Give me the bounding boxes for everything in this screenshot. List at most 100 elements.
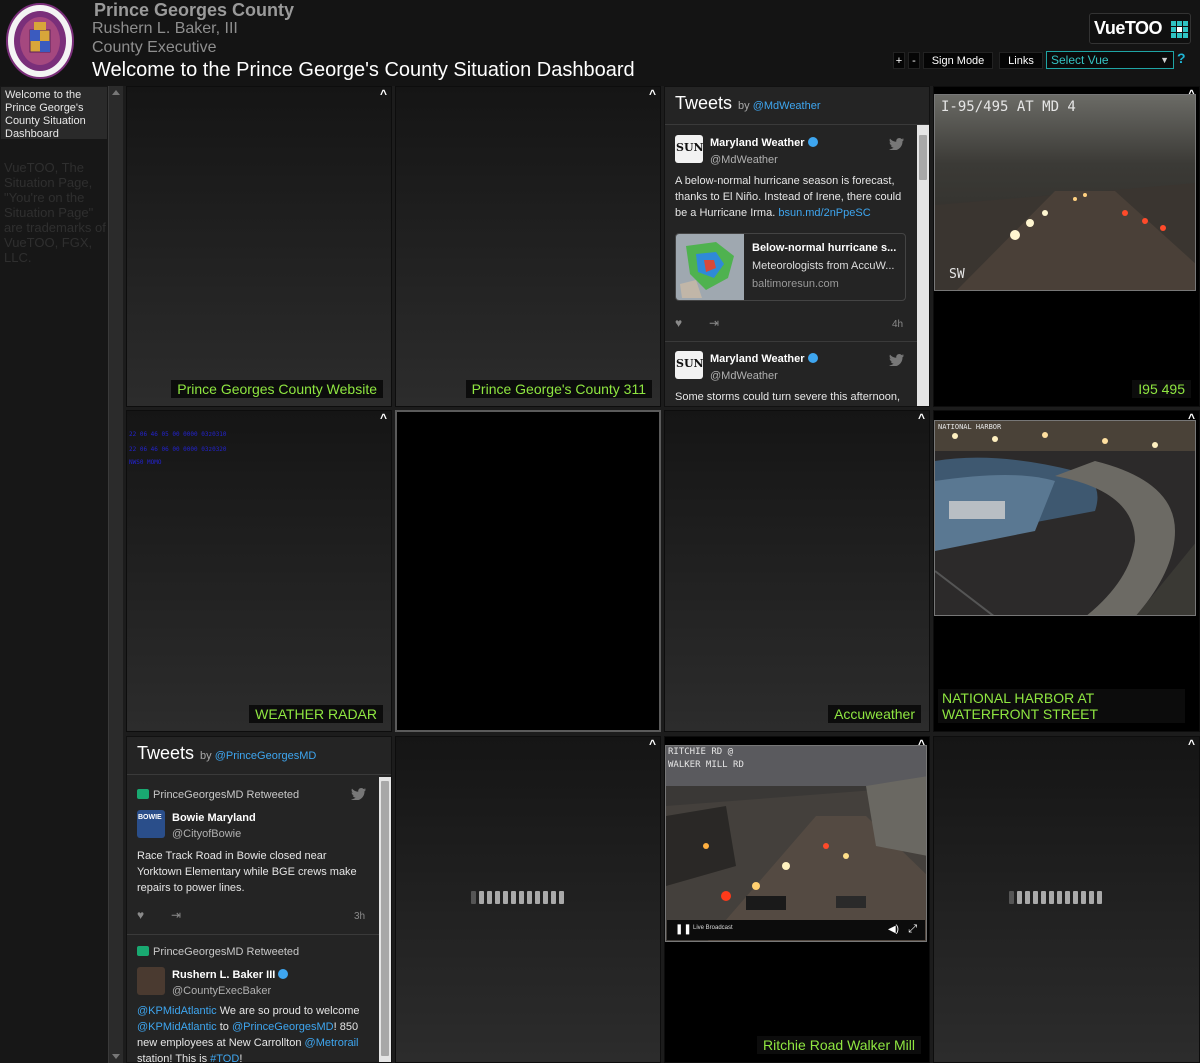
- avatar[interactable]: SUN: [675, 135, 703, 163]
- panel-collapse-caret[interactable]: ^: [380, 87, 387, 101]
- video-control-bar: ❚❚ Live Broadcast ◀) ⤢: [667, 920, 925, 940]
- mention-link[interactable]: @Metrorail: [305, 1037, 359, 1049]
- tweet-link[interactable]: bsun.md/2nPpeSC: [778, 207, 870, 219]
- avatar-text: BOWIE: [138, 814, 162, 821]
- tweet-body: Race Track Road in Bowie closed near Yor…: [137, 850, 357, 894]
- tweet-handle[interactable]: @CityofBowie: [172, 828, 241, 840]
- county-seal-logo: [6, 3, 74, 79]
- panel-county-311[interactable]: ^ Prince George's County 311: [395, 86, 661, 407]
- tweet-author[interactable]: Maryland Weather: [710, 137, 818, 149]
- tweet-handle[interactable]: @MdWeather: [710, 370, 778, 382]
- zoom-in-button[interactable]: +: [893, 52, 905, 69]
- tweet-author[interactable]: Maryland Weather: [710, 353, 818, 365]
- panel-blank-video[interactable]: [395, 410, 661, 732]
- fullscreen-icon[interactable]: ⤢: [908, 923, 917, 936]
- tweet-time[interactable]: 3h: [354, 911, 365, 922]
- vuetoo-logo[interactable]: VueTOO: [1089, 13, 1191, 44]
- traffic-camera-video[interactable]: RITCHIE RD @ WALKER MILL RD ❚❚ Live Broa…: [665, 745, 927, 942]
- mention-link[interactable]: @KPMidAtlantic: [137, 1005, 217, 1017]
- scroll-up-icon[interactable]: [112, 90, 120, 95]
- page-title: Welcome to the Prince George's County Si…: [92, 59, 635, 81]
- tweets-handle-link[interactable]: @MdWeather: [753, 100, 821, 112]
- tweet-item[interactable]: SUN Maryland Weather @MdWeather Some sto…: [665, 343, 917, 406]
- mention-link[interactable]: @PrinceGeorgesMD: [232, 1021, 334, 1033]
- twitter-bird-icon[interactable]: [889, 138, 904, 150]
- panel-ritchie-road[interactable]: ^ RITCHIE RD @ WALKER MILL RD ❚❚ Live Br…: [664, 736, 930, 1063]
- panel-accuweather[interactable]: ^ Accuweather: [664, 410, 930, 732]
- tweet-handle[interactable]: @CountyExecBaker: [172, 985, 271, 997]
- tweet-item[interactable]: SUN Maryland Weather @MdWeather A below-…: [665, 127, 917, 342]
- tweet-body: A below-normal hurricane season is forec…: [675, 175, 902, 219]
- links-button[interactable]: Links: [999, 52, 1043, 69]
- tweet-author[interactable]: Bowie Maryland: [172, 812, 256, 824]
- avatar[interactable]: [137, 967, 165, 995]
- help-button[interactable]: ?: [1177, 50, 1186, 66]
- twitter-bird-icon[interactable]: [351, 788, 366, 800]
- zoom-out-button[interactable]: -: [908, 52, 920, 69]
- panel-label[interactable]: Ritchie Road Walker Mill: [757, 1036, 921, 1054]
- retweet-icon: [137, 789, 149, 799]
- sidebar: Welcome to the Prince George's County Si…: [0, 86, 123, 1063]
- sign-mode-button[interactable]: Sign Mode: [923, 52, 993, 69]
- share-icon[interactable]: ⇥: [171, 908, 181, 922]
- tweet-handle[interactable]: @MdWeather: [710, 154, 778, 166]
- tweets-handle-link[interactable]: @PrinceGeorgesMD: [215, 750, 317, 762]
- avatar[interactable]: SUN: [675, 351, 703, 379]
- panel-label[interactable]: WEATHER RADAR: [249, 705, 383, 723]
- sidebar-scrollbar[interactable]: [108, 86, 123, 1063]
- scroll-thumb[interactable]: [919, 135, 927, 180]
- scroll-thumb[interactable]: [381, 781, 389, 1056]
- panel-collapse-caret[interactable]: ^: [649, 87, 656, 101]
- verified-icon: [807, 353, 818, 363]
- panel-loading-1[interactable]: ^: [395, 736, 661, 1063]
- card-title: Below-normal hurricane s...: [752, 242, 897, 254]
- hashtag-link[interactable]: #TOD: [210, 1053, 239, 1062]
- scroll-down-icon[interactable]: [112, 1054, 120, 1059]
- radar-text-line: 22 06 46 05 00 0000 03z0310: [129, 431, 227, 438]
- tweet-author[interactable]: Rushern L. Baker III: [172, 969, 289, 981]
- mention-link[interactable]: @KPMidAtlantic: [137, 1021, 217, 1033]
- panel-collapse-caret[interactable]: ^: [1188, 737, 1195, 751]
- dropdown-arrow-icon: ▼: [1160, 55, 1169, 65]
- panel-label[interactable]: I95 495: [1132, 380, 1191, 398]
- like-icon[interactable]: ♥: [137, 908, 144, 922]
- link-card[interactable]: Below-normal hurricane s... Meteorologis…: [675, 233, 906, 301]
- panel-i95-495[interactable]: ^ I-95/495 AT MD 4 SW I95 495: [933, 86, 1200, 407]
- tweet-item[interactable]: PrinceGeorgesMD Retweeted BOWIE Bowie Ma…: [127, 777, 379, 935]
- camera-direction-text: SW: [949, 267, 965, 282]
- pause-icon[interactable]: ❚❚: [675, 924, 692, 935]
- loading-indicator: [471, 891, 564, 904]
- panel-label[interactable]: Prince Georges County Website: [171, 380, 383, 398]
- sidebar-welcome[interactable]: Welcome to the Prince George's County Si…: [1, 87, 107, 140]
- panel-label[interactable]: Accuweather: [828, 705, 921, 723]
- traffic-camera-image: NATIONAL HARBOR: [934, 420, 1196, 616]
- share-icon[interactable]: ⇥: [709, 316, 719, 330]
- tweets-widget-mdweather[interactable]: Tweets by @MdWeather SUN Maryland Weathe…: [664, 86, 930, 407]
- tweet-time[interactable]: 4h: [892, 319, 903, 330]
- twitter-bird-icon[interactable]: [889, 354, 904, 366]
- panel-collapse-caret[interactable]: ^: [918, 411, 925, 425]
- tweets-scrollbar[interactable]: [379, 777, 391, 1062]
- camera-overlay-text: I-95/495 AT MD 4: [941, 99, 1076, 115]
- verified-icon: [807, 137, 818, 147]
- camera-scene: [935, 95, 1195, 290]
- tweet-item[interactable]: PrinceGeorgesMD Retweeted Rushern L. Bak…: [127, 936, 379, 1062]
- panel-loading-2[interactable]: ^: [933, 736, 1200, 1063]
- panel-collapse-caret[interactable]: ^: [649, 737, 656, 751]
- panel-collapse-caret[interactable]: ^: [380, 411, 387, 425]
- tweets-widget-princegeorgesmd[interactable]: Tweets by @PrinceGeorgesMD PrinceGeorges…: [126, 736, 392, 1063]
- tweets-scrollbar[interactable]: [917, 125, 929, 406]
- select-vue-dropdown[interactable]: Select Vue ▼: [1046, 51, 1174, 69]
- panel-label[interactable]: Prince George's County 311: [465, 380, 652, 398]
- panel-label[interactable]: NATIONAL HARBOR AT WATERFRONT STREET: [938, 689, 1185, 723]
- volume-icon[interactable]: ◀): [888, 924, 899, 935]
- county-title: Prince Georges County: [94, 0, 295, 20]
- panel-weather-radar[interactable]: ^ 22 06 46 05 00 0000 03z0310 22 06 46 0…: [126, 410, 392, 732]
- card-radar-thumbnail: [676, 234, 744, 300]
- panel-national-harbor[interactable]: ^ NATIONAL HARBOR NATIONAL HARBOR AT WAT…: [933, 410, 1200, 732]
- panel-county-website[interactable]: ^ Prince Georges County Website: [126, 86, 392, 407]
- avatar-text: SUN: [676, 357, 703, 370]
- tweets-by: by @PrinceGeorgesMD: [200, 750, 317, 762]
- like-icon[interactable]: ♥: [675, 316, 682, 330]
- avatar[interactable]: BOWIE: [137, 810, 165, 838]
